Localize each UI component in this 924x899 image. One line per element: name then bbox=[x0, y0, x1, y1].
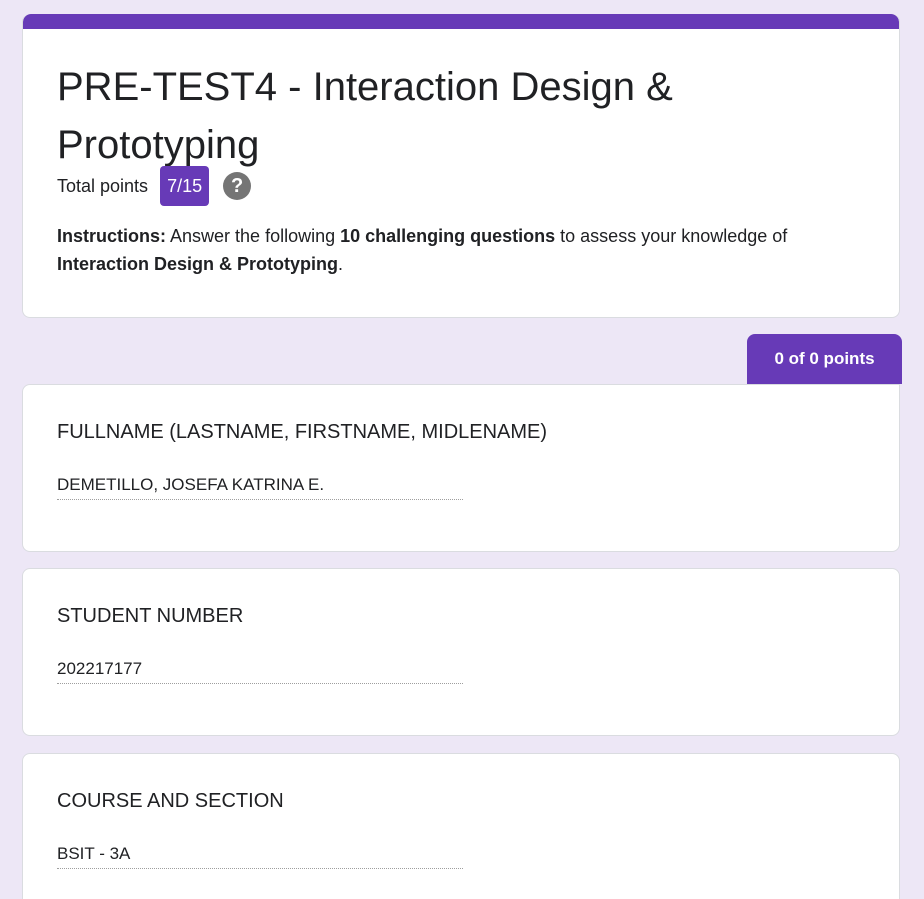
answer-text: 202217177 bbox=[57, 659, 463, 684]
instructions-text-1: Answer the following bbox=[166, 226, 341, 246]
form-instructions: Instructions: Answer the following 10 ch… bbox=[57, 222, 877, 278]
section-points-tab: 0 of 0 points bbox=[747, 334, 902, 384]
instructions-question-count: 10 challenging questions bbox=[340, 226, 556, 246]
form-header-card: PRE-TEST4 - Interaction Design & Prototy… bbox=[22, 14, 900, 318]
form-title: PRE-TEST4 - Interaction Design & Prototy… bbox=[57, 65, 673, 167]
question-card-student-number: STUDENT NUMBER 202217177 bbox=[22, 568, 900, 736]
answer-text: DEMETILLO, JOSEFA KATRINA E. bbox=[57, 475, 463, 500]
total-points-label: Total points bbox=[57, 175, 149, 196]
score-badge: 7/15 bbox=[160, 166, 210, 206]
instructions-lead: Instructions: bbox=[57, 226, 167, 246]
question-card-course-section: COURSE AND SECTION BSIT - 3A bbox=[22, 753, 900, 899]
question-title: FULLNAME (LASTNAME, FIRSTNAME, MIDLENAME… bbox=[57, 421, 548, 443]
total-points-row: Total points 7/15 ? bbox=[57, 166, 252, 206]
answer-text: BSIT - 3A bbox=[57, 844, 463, 869]
help-icon[interactable]: ? bbox=[223, 172, 252, 200]
header-accent-bar bbox=[23, 14, 899, 29]
instructions-text-2: to assess your knowledge of bbox=[555, 226, 788, 246]
instructions-text-3: . bbox=[338, 254, 344, 274]
form-page: PRE-TEST4 - Interaction Design & Prototy… bbox=[0, 0, 924, 899]
question-card-fullname: FULLNAME (LASTNAME, FIRSTNAME, MIDLENAME… bbox=[22, 384, 900, 552]
instructions-subject: Interaction Design & Prototyping bbox=[57, 254, 339, 274]
question-title: STUDENT NUMBER bbox=[57, 605, 244, 627]
question-title: COURSE AND SECTION bbox=[57, 790, 284, 812]
